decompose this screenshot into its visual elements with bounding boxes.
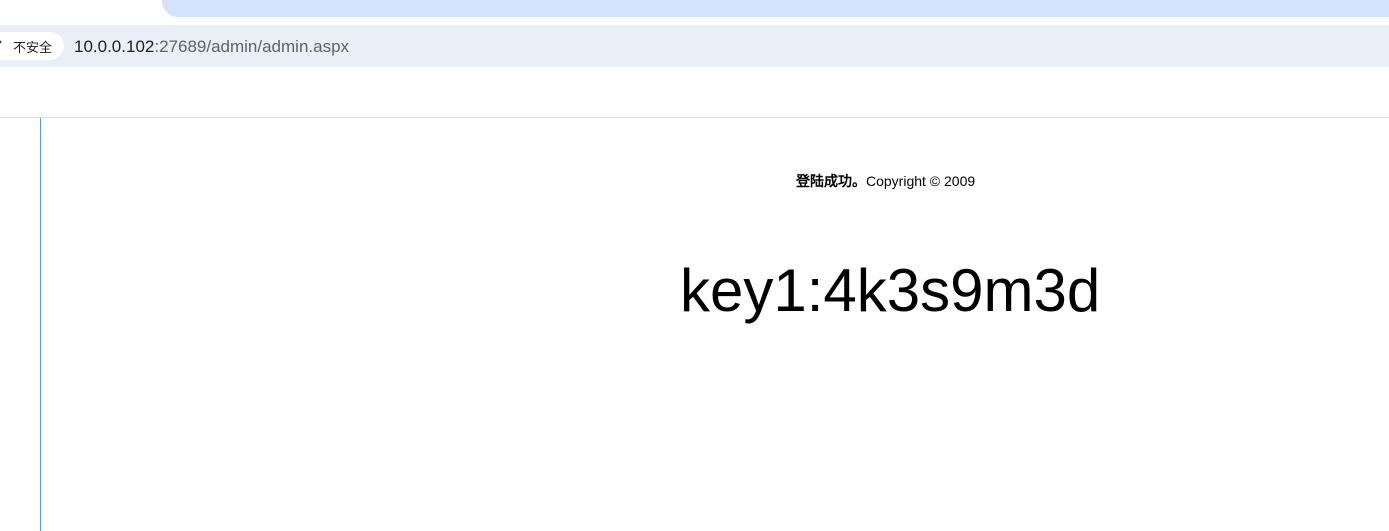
browser-toolbar: 不安全 10.0.0.102:27689/admin/admin.aspx bbox=[0, 25, 1389, 67]
bookmark-bar bbox=[0, 67, 1389, 118]
page-content: 登陆成功。Copyright © 2009 key1:4k3s9m3d bbox=[0, 118, 1389, 531]
login-success-text: 登陆成功。 bbox=[796, 174, 866, 190]
url-host: 10.0.0.102 bbox=[74, 37, 155, 56]
url-path: :27689/admin/admin.aspx bbox=[154, 37, 350, 56]
not-secure-icon bbox=[0, 39, 6, 53]
security-label: 不安全 bbox=[13, 40, 53, 56]
security-indicator[interactable]: 不安全 bbox=[0, 32, 64, 60]
active-tab[interactable] bbox=[162, 0, 1389, 17]
frame-divider[interactable] bbox=[40, 118, 41, 531]
tab-strip bbox=[0, 0, 1389, 25]
copyright-text: Copyright © 2009 bbox=[866, 173, 976, 189]
address-bar[interactable]: 10.0.0.102:27689/admin/admin.aspx bbox=[74, 37, 349, 57]
key-heading: key1:4k3s9m3d bbox=[680, 257, 1101, 324]
login-status-message: 登陆成功。Copyright © 2009 bbox=[796, 172, 975, 191]
